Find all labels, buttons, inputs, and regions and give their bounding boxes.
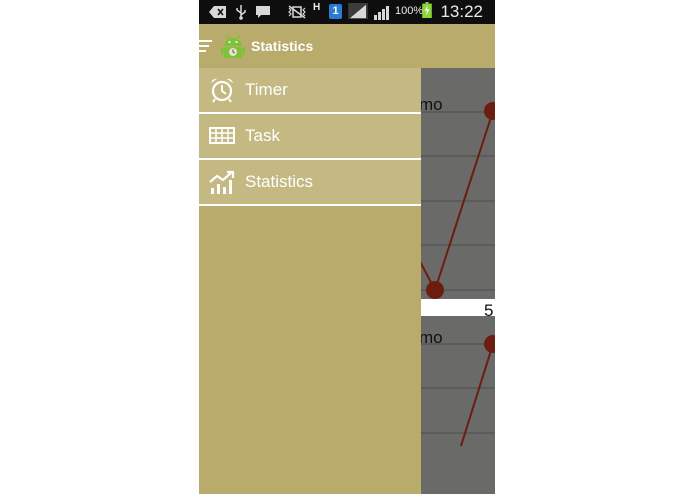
status-bar: H 1 100% 13:22 [199,0,495,24]
drawer-item-label: Timer [245,80,288,99]
drawer-item-label: Statistics [245,172,314,191]
table-grid-icon [209,127,235,144]
signal-strength-2-icon [374,6,389,20]
drawer-item-timer[interactable]: Timer [199,68,421,114]
alarm-clock-icon [211,78,233,103]
vibrate-mute-icon [288,5,306,19]
page-title: Statistics [251,38,314,54]
back-key-icon [209,6,226,18]
signal-strength-icon [348,3,368,19]
usb-icon [236,5,246,20]
chart-label-bottom: mo [419,328,443,347]
battery-charging-icon [422,2,432,18]
clock-time: 13:22 [440,2,483,21]
navigation-drawer: Timer Task Statistics [199,68,421,494]
drawer-item-label: Task [245,126,280,145]
chart-trend-icon [209,170,235,194]
drawer-item-statistics[interactable]: Statistics [199,160,421,206]
data-point [484,102,495,120]
data-point [426,281,444,299]
data-point [484,335,495,353]
sim-badge: 1 [329,4,342,19]
drawer-toggle-icon[interactable] [199,39,213,53]
message-icon [256,6,270,18]
network-type-label: H [313,2,321,13]
action-bar: Statistics [199,24,495,68]
chart-tick-label: 5 [484,301,493,320]
series-line [460,343,494,447]
drawer-item-task[interactable]: Task [199,114,421,160]
phone-screen: H 1 100% 13:22 Statistics mo 5 mo Timer … [199,0,495,494]
app-logo-icon[interactable] [221,32,245,60]
battery-percent: 100% [395,5,424,17]
chart-label-top: mo [419,95,443,114]
